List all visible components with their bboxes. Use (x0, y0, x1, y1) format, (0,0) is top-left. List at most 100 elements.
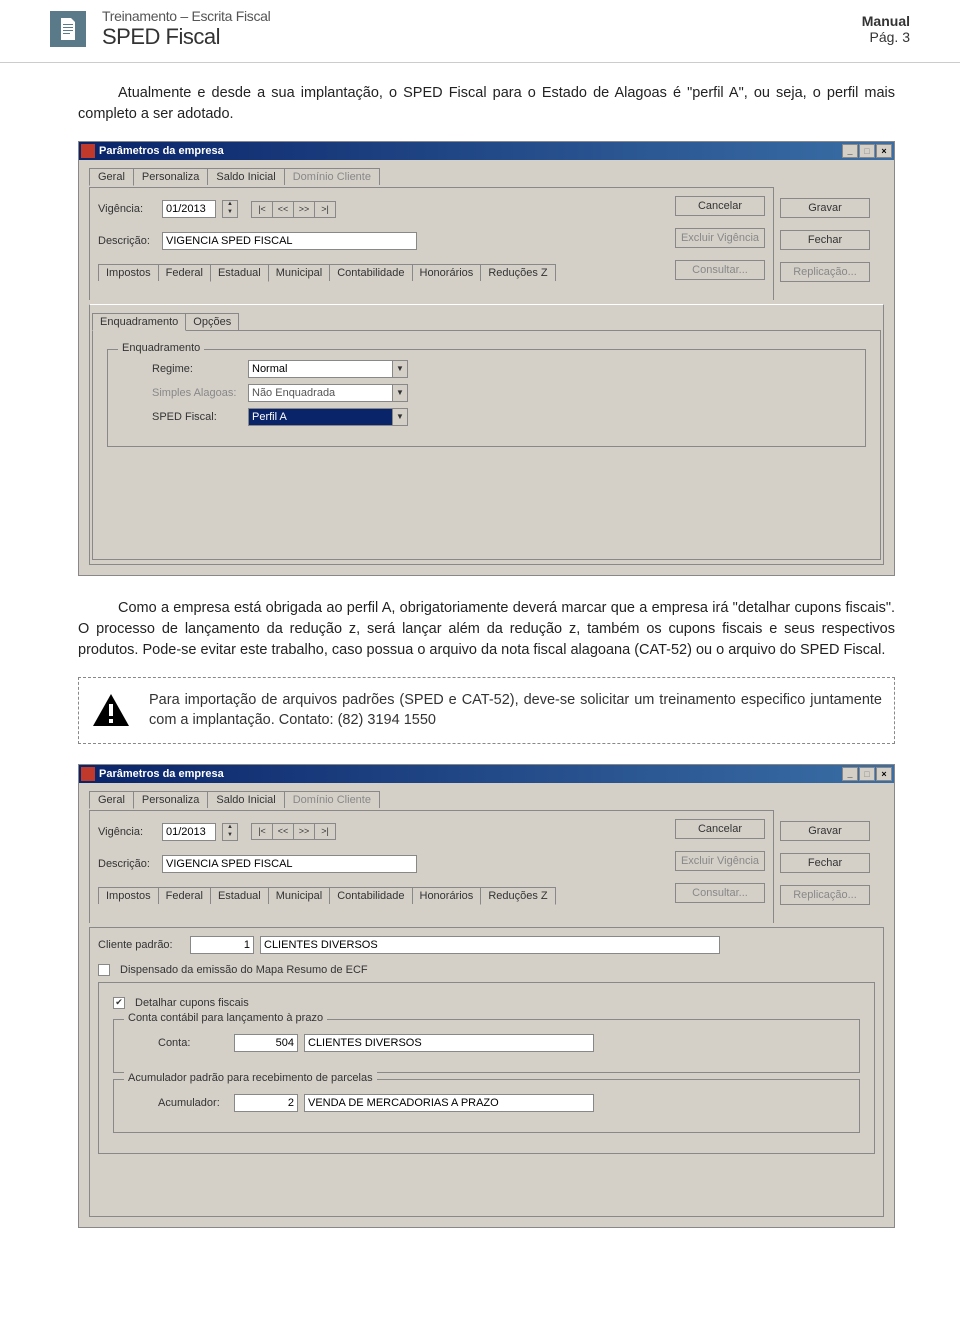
tab-reducoes-z[interactable]: Reduções Z (480, 264, 555, 281)
cliente-padrao-num-input[interactable] (190, 936, 254, 954)
header-title: SPED Fiscal (102, 24, 862, 50)
spinner-up-icon[interactable]: ▲ (223, 824, 237, 832)
tab-reducoes-z[interactable]: Reduções Z (480, 887, 555, 905)
window-parametros-2: Parâmetros da empresa _ □ × Geral Person… (78, 764, 895, 1228)
chk-detalhar-cupons-label: Detalhar cupons fiscais (135, 997, 249, 1009)
acumulador-name-input[interactable] (304, 1094, 594, 1112)
vigencia-input[interactable] (162, 823, 216, 841)
chk-detalhar-cupons[interactable]: ✔ (113, 997, 125, 1009)
consultar-button: Consultar... (675, 883, 765, 903)
gravar-button[interactable]: Gravar (780, 821, 870, 841)
vigencia-input[interactable] (162, 200, 216, 218)
tab-municipal[interactable]: Municipal (268, 264, 330, 281)
action-column: Gravar Fechar Replicação... (780, 821, 870, 911)
group-acumulador-title: Acumulador padrão para recebimento de pa… (124, 1072, 377, 1084)
chk-dispensado-label: Dispensado da emissão do Mapa Resumo de … (120, 964, 368, 976)
action-column: Gravar Fechar Replicação... (780, 198, 870, 288)
nav-last-button[interactable]: >| (314, 201, 336, 218)
header-right: Manual Pág. 3 (862, 13, 910, 45)
titlebar: Parâmetros da empresa _ □ × (79, 142, 894, 160)
spinner-down-icon[interactable]: ▼ (223, 209, 237, 217)
tab-federal[interactable]: Federal (158, 887, 211, 904)
nav-first-button[interactable]: |< (251, 201, 273, 218)
window-parametros-1: Parâmetros da empresa _ □ × Geral Person… (78, 141, 895, 576)
cliente-padrao-label: Cliente padrão: (98, 939, 184, 951)
minimize-button[interactable]: _ (842, 767, 858, 781)
tab-honorarios[interactable]: Honorários (412, 887, 482, 904)
tab-dominio-cliente: Domínio Cliente (284, 168, 380, 185)
regime-label: Regime: (152, 363, 242, 375)
subtab-opcoes[interactable]: Opções (185, 313, 239, 330)
header-subtitle: Treinamento – Escrita Fiscal (102, 8, 862, 24)
excluir-vigencia-button: Excluir Vigência (675, 851, 765, 871)
sped-fiscal-select[interactable] (248, 408, 393, 426)
conta-label: Conta: (158, 1037, 228, 1049)
tab-geral[interactable]: Geral (89, 168, 134, 186)
dropdown-arrow-icon: ▼ (392, 384, 408, 402)
consultar-button: Consultar... (675, 260, 765, 280)
tab-federal[interactable]: Federal (158, 264, 211, 281)
nav-first-button[interactable]: |< (251, 823, 273, 840)
chk-dispensado[interactable] (98, 964, 110, 976)
nav-last-button[interactable]: >| (314, 823, 336, 840)
excluir-vigencia-button: Excluir Vigência (675, 228, 765, 248)
cancelar-button[interactable]: Cancelar (675, 819, 765, 839)
nav-prev-button[interactable]: << (272, 201, 294, 218)
tab-estadual[interactable]: Estadual (210, 887, 269, 904)
subtab-enquadramento[interactable]: Enquadramento (92, 313, 186, 331)
tab-impostos[interactable]: Impostos (98, 264, 159, 281)
tab-municipal[interactable]: Municipal (268, 887, 330, 904)
spinner-up-icon[interactable]: ▲ (223, 201, 237, 209)
alert-text: Para importação de arquivos padrões (SPE… (149, 690, 882, 731)
spinner-down-icon[interactable]: ▼ (223, 832, 237, 840)
page-header: Treinamento – Escrita Fiscal SPED Fiscal… (0, 0, 960, 63)
minimize-button[interactable]: _ (842, 144, 858, 158)
tab-saldo-inicial[interactable]: Saldo Inicial (207, 791, 284, 808)
tab-geral[interactable]: Geral (89, 791, 134, 809)
tab-contabilidade[interactable]: Contabilidade (329, 264, 412, 281)
conta-num-input[interactable] (234, 1034, 298, 1052)
dropdown-arrow-icon[interactable]: ▼ (392, 360, 408, 378)
simples-select (248, 384, 393, 402)
titlebar: Parâmetros da empresa _ □ × (79, 765, 894, 783)
group-conta-title: Conta contábil para lançamento à prazo (124, 1012, 327, 1024)
vigencia-label: Vigência: (98, 203, 156, 215)
cliente-padrao-name-input[interactable] (260, 936, 720, 954)
nav-prev-button[interactable]: << (272, 823, 294, 840)
manual-label: Manual (862, 13, 910, 29)
vigencia-spinner[interactable]: ▲ ▼ (222, 200, 238, 218)
app-icon (81, 144, 95, 158)
vigencia-spinner[interactable]: ▲ ▼ (222, 823, 238, 841)
nav-next-button[interactable]: >> (293, 823, 315, 840)
tab-impostos[interactable]: Impostos (98, 887, 159, 904)
warning-icon (91, 690, 131, 730)
maximize-button: □ (859, 144, 875, 158)
fechar-button[interactable]: Fechar (780, 853, 870, 873)
tabs-top: Geral Personaliza Saldo Inicial Domínio … (89, 791, 774, 808)
dropdown-arrow-icon[interactable]: ▼ (392, 408, 408, 426)
conta-name-input[interactable] (304, 1034, 594, 1052)
descricao-input[interactable] (162, 855, 417, 873)
group-enquadramento-title: Enquadramento (118, 342, 204, 354)
tab-contabilidade[interactable]: Contabilidade (329, 887, 412, 904)
acumulador-num-input[interactable] (234, 1094, 298, 1112)
descricao-input[interactable] (162, 232, 417, 250)
alert-box: Para importação de arquivos padrões (SPE… (78, 677, 895, 744)
close-button[interactable]: × (876, 767, 892, 781)
gravar-button[interactable]: Gravar (780, 198, 870, 218)
fechar-button[interactable]: Fechar (780, 230, 870, 250)
paragraph-2: Como a empresa está obrigada ao perfil A… (78, 598, 895, 661)
nav-next-button[interactable]: >> (293, 201, 315, 218)
paragraph-1: Atualmente e desde a sua implantação, o … (78, 83, 895, 125)
tab-saldo-inicial[interactable]: Saldo Inicial (207, 168, 284, 185)
tab-personaliza[interactable]: Personaliza (133, 168, 208, 185)
window-title: Parâmetros da empresa (99, 145, 842, 157)
descricao-label: Descrição: (98, 235, 156, 247)
close-button[interactable]: × (876, 144, 892, 158)
tab-estadual[interactable]: Estadual (210, 264, 269, 282)
descricao-label: Descrição: (98, 858, 156, 870)
tab-honorarios[interactable]: Honorários (412, 264, 482, 281)
tab-personaliza[interactable]: Personaliza (133, 791, 208, 808)
cancelar-button[interactable]: Cancelar (675, 196, 765, 216)
regime-select[interactable] (248, 360, 393, 378)
